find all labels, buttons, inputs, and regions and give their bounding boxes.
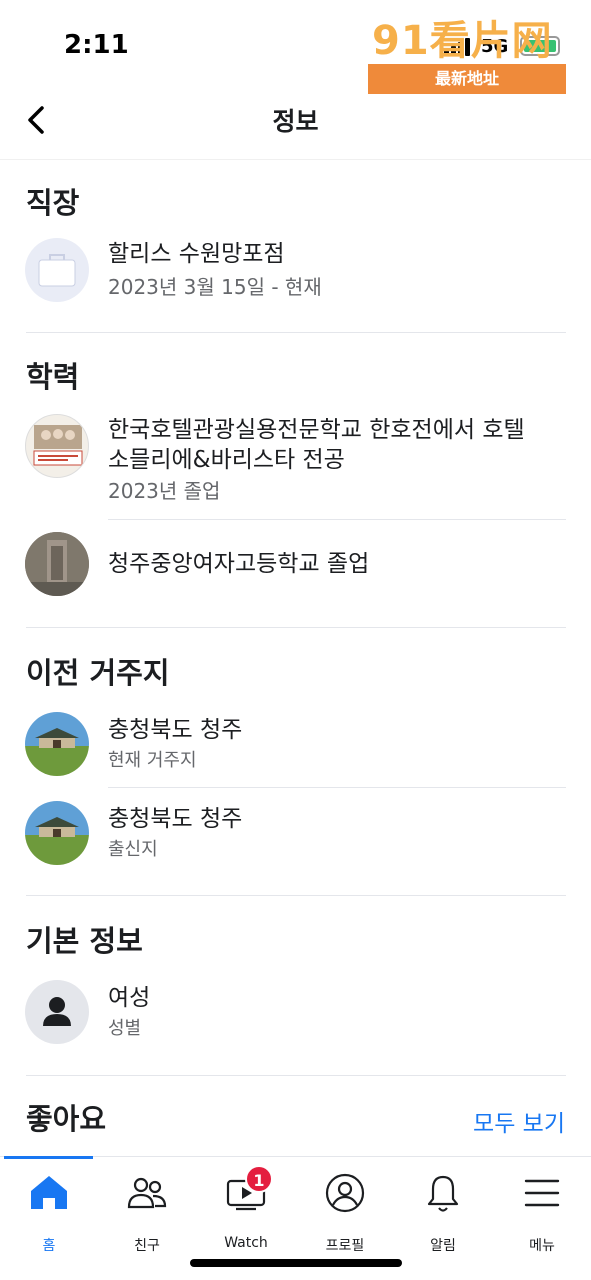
education-line-2: 소믈리에&바리스타 전공 [108, 447, 345, 473]
home-indicator [190, 1259, 402, 1267]
gender-value: 여성 [108, 985, 151, 1011]
page-title: 정보 [272, 107, 319, 136]
see-all-link[interactable]: 모두 보기 [473, 1104, 565, 1138]
education-detail: 2023년 졸업 [108, 479, 221, 503]
section-title-education: 학력 [26, 360, 80, 394]
city-photo-image [25, 712, 89, 776]
place-name: 충청북도 청주 [108, 717, 243, 743]
menu-icon [524, 1179, 560, 1207]
work-period: 2023년 3월 15일 - 현재 [108, 275, 322, 299]
tab-notifications[interactable]: 알림 [394, 1171, 492, 1254]
education-line-1: 한국호텔관광실용전문학교 한호전에서 호텔 [108, 417, 525, 443]
notification-badge: 1 [245, 1165, 273, 1193]
tab-label: 친구 [134, 1238, 160, 1254]
nav-header: 정보 [0, 92, 591, 160]
tab-profile[interactable]: 프로필 [296, 1171, 394, 1254]
place-detail: 출신지 [108, 839, 158, 860]
education-name: 청주중앙여자고등학교 졸업 [108, 551, 370, 577]
watermark-logo: 91看片网 [372, 18, 553, 64]
school-logo-image [25, 414, 89, 478]
briefcase-icon [25, 238, 89, 302]
divider [26, 627, 566, 628]
active-tab-indicator [4, 1156, 93, 1159]
divider [26, 332, 566, 333]
profile-icon [325, 1173, 365, 1213]
section-title-work: 직장 [26, 186, 80, 220]
work-name: 할리스 수원망포점 [108, 241, 285, 267]
status-time: 2:11 [64, 30, 129, 60]
tab-label: 메뉴 [529, 1238, 555, 1254]
watermark: 91看片网 最新地址91wang37.com [368, 8, 568, 118]
tab-friends[interactable]: 친구 [98, 1171, 196, 1254]
place-name: 충청북도 청주 [108, 806, 243, 832]
section-title-basic-info: 기본 정보 [26, 924, 143, 958]
bell-icon [427, 1175, 459, 1212]
tab-label: 홈 [42, 1238, 56, 1254]
gender-label: 성별 [108, 1018, 142, 1039]
tab-home[interactable]: 홈 [0, 1171, 98, 1254]
divider [108, 519, 566, 520]
divider [26, 895, 566, 896]
tab-label: 알림 [430, 1238, 456, 1254]
divider [108, 787, 566, 788]
friends-icon [127, 1177, 167, 1209]
tab-label: 프로필 [325, 1238, 365, 1254]
divider [26, 1075, 566, 1076]
tab-label: Watch [224, 1235, 268, 1251]
status-bar: 2:11 5G 91看片网 最新地址91wang37.com [0, 0, 591, 118]
school-photo-image [25, 532, 89, 596]
home-icon [31, 1176, 67, 1209]
person-icon [25, 980, 89, 1044]
section-title-likes: 좋아요 [26, 1102, 107, 1136]
watermark-banner: 最新地址91wang37.com [368, 64, 566, 118]
section-title-places: 이전 거주지 [26, 656, 170, 690]
city-photo-image [25, 801, 89, 865]
tab-watch[interactable]: 1 Watch [197, 1165, 295, 1251]
tab-menu[interactable]: 메뉴 [493, 1171, 591, 1254]
place-detail: 현재 거주지 [108, 750, 197, 771]
